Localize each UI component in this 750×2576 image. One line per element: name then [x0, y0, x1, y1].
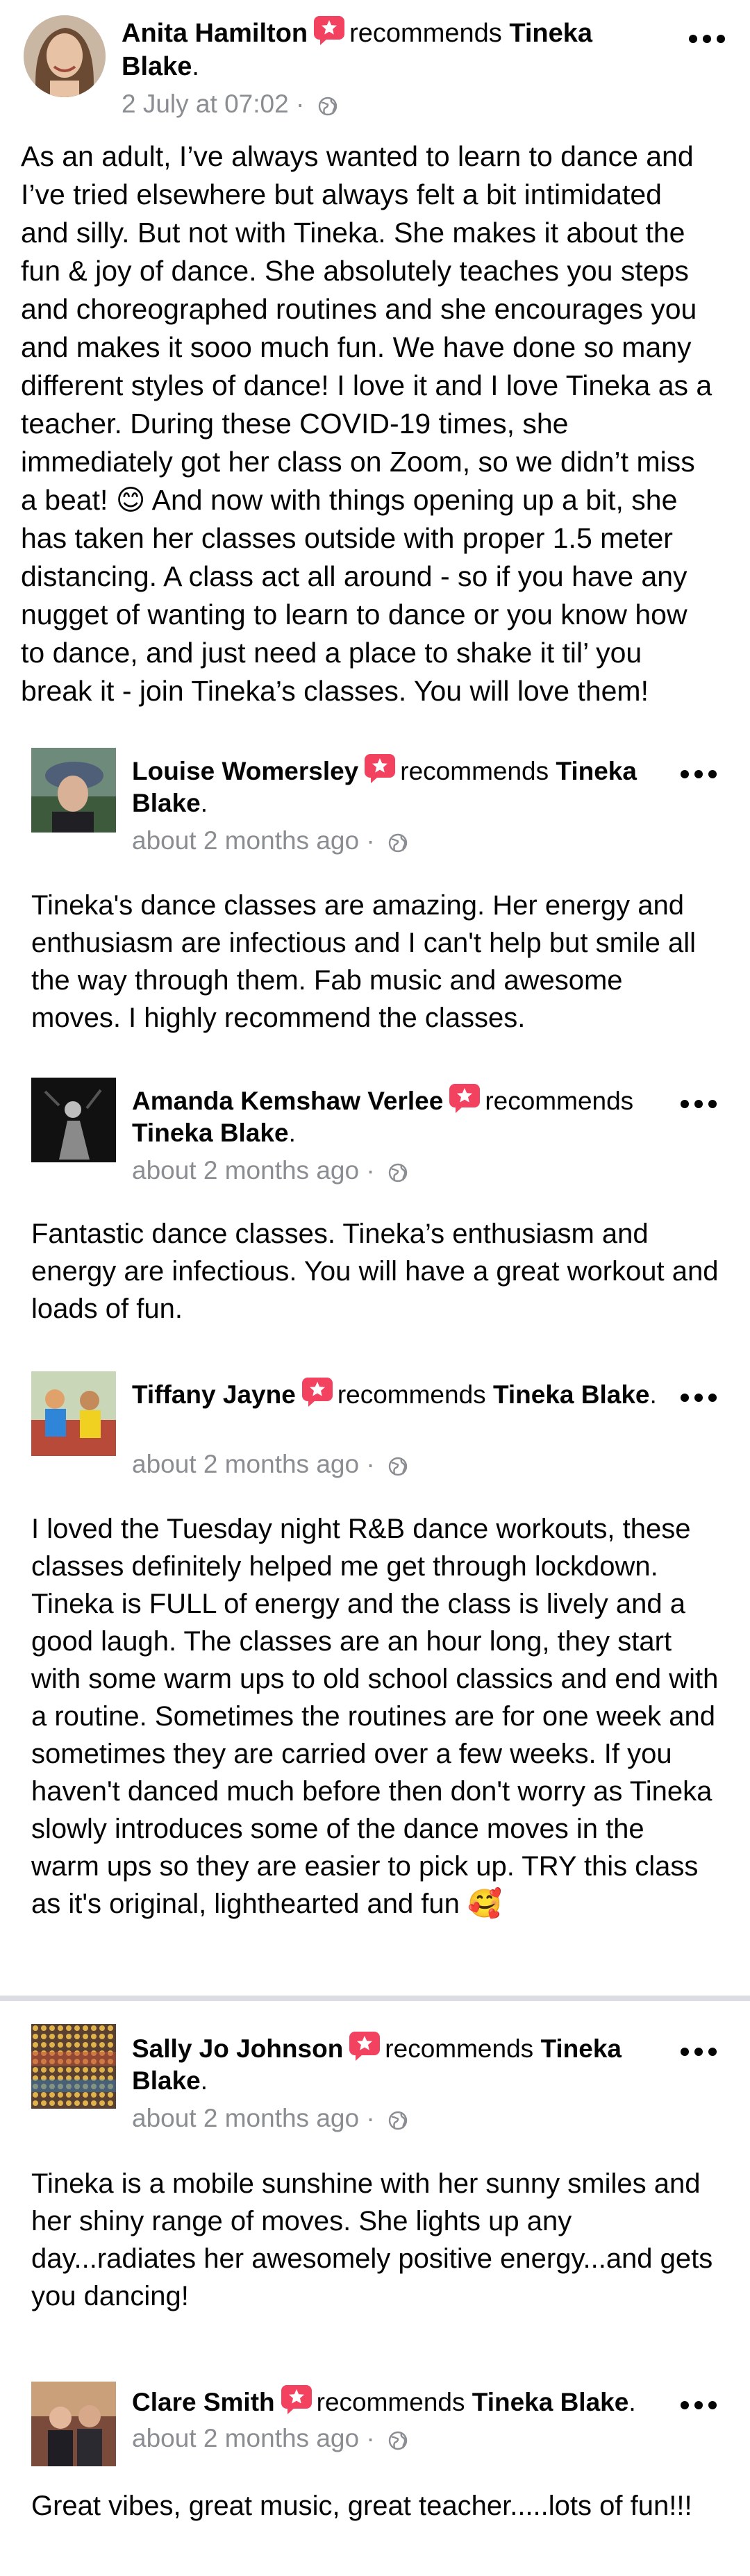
more-options-icon[interactable] — [689, 32, 731, 46]
post-text: I loved the Tuesday night R&B dance work… — [31, 1514, 719, 1919]
page-name[interactable]: Tineka Blake — [493, 1380, 650, 1409]
recommend-badge-icon — [313, 15, 345, 46]
globe-icon — [388, 1456, 408, 1477]
post-header: Tiffany Jayne recommends Tineka Blake. — [132, 1377, 660, 1411]
globe-icon — [388, 1162, 408, 1183]
more-options-icon[interactable] — [681, 2045, 722, 2059]
recommend-badge-icon — [364, 753, 396, 784]
recommendation-post: Sally Jo Johnson recommends Tineka Blake.… — [0, 2017, 750, 2323]
post-text: As an adult, I’ve always wanted to learn… — [21, 140, 712, 707]
recommendation-post: Amanda Kemshaw Verlee recommends Tineka B… — [0, 1069, 750, 1368]
author-name[interactable]: Amanda Kemshaw Verlee — [132, 1087, 443, 1115]
globe-icon — [388, 833, 408, 853]
avatar[interactable] — [31, 748, 116, 833]
recommends-label: recommends — [385, 2034, 534, 2063]
more-options-icon[interactable] — [681, 1391, 722, 1405]
recommend-badge-icon — [349, 2031, 381, 2061]
recommendation-post: Tiffany Jayne recommends Tineka Blake. ab… — [0, 1363, 750, 1988]
recommendation-post: Clare Smith recommends Tineka Blake. abou… — [0, 2375, 750, 2576]
page-name[interactable]: Tineka Blake — [472, 2388, 629, 2416]
recommend-badge-icon — [301, 1377, 333, 1407]
avatar[interactable] — [24, 15, 106, 97]
globe-icon — [317, 96, 338, 117]
avatar[interactable] — [31, 2382, 116, 2466]
author-name[interactable]: Sally Jo Johnson — [132, 2034, 343, 2063]
post-header: Amanda Kemshaw Verlee recommends Tineka B… — [132, 1083, 660, 1149]
globe-icon — [388, 2110, 408, 2131]
more-options-icon[interactable] — [681, 2398, 722, 2412]
post-meta: about 2 months ago · — [132, 2423, 408, 2454]
recommends-label: recommends — [337, 1380, 486, 1409]
post-text: Fantastic dance classes. Tineka’s enthus… — [31, 1219, 719, 1324]
post-meta: about 2 months ago · — [132, 2103, 408, 2134]
recommends-label: recommends — [349, 19, 502, 48]
post-meta: about 2 months ago · — [132, 1449, 408, 1480]
post-text: Tineka's dance classes are amazing. Her … — [31, 890, 697, 1033]
post-text: Tineka is a mobile sunshine with her sun… — [31, 2168, 713, 2311]
author-name[interactable]: Louise Womersley — [132, 757, 358, 785]
recommend-badge-icon — [449, 1083, 481, 1114]
more-options-icon[interactable] — [681, 767, 722, 781]
recommendation-post: Louise Womersley recommends Tineka Blake.… — [0, 739, 750, 1059]
post-meta: about 2 months ago · — [132, 826, 408, 856]
author-name[interactable]: Anita Hamilton — [122, 19, 308, 48]
post-header: Anita Hamilton recommends Tineka Blake. — [122, 15, 649, 83]
post-header: Sally Jo Johnson recommends Tineka Blake. — [132, 2031, 660, 2097]
post-text: Great vibes, great music, great teacher.… — [31, 2491, 692, 2521]
timestamp[interactable]: about 2 months ago — [132, 1156, 359, 1185]
avatar[interactable] — [31, 1078, 116, 1162]
timestamp[interactable]: about 2 months ago — [132, 2104, 359, 2132]
recommendation-post: Anita Hamilton recommends Tineka Blake. 2… — [0, 0, 750, 722]
post-header: Louise Womersley recommends Tineka Blake. — [132, 753, 660, 819]
author-name[interactable]: Tiffany Jayne — [132, 1380, 296, 1409]
recommends-label: recommends — [400, 757, 549, 785]
post-meta: 2 July at 07:02 · — [122, 89, 338, 119]
post-meta: about 2 months ago · — [132, 1155, 408, 1186]
more-options-icon[interactable] — [681, 1097, 722, 1111]
timestamp[interactable]: about 2 months ago — [132, 1450, 359, 1478]
post-header: Clare Smith recommends Tineka Blake. — [132, 2384, 688, 2418]
page-name[interactable]: Tineka Blake — [132, 1119, 289, 1147]
recommends-label: recommends — [316, 2388, 465, 2416]
avatar[interactable] — [31, 2024, 116, 2109]
globe-icon — [388, 2430, 408, 2451]
timestamp[interactable]: 2 July at 07:02 — [122, 90, 289, 118]
timestamp[interactable]: about 2 months ago — [132, 826, 359, 855]
avatar[interactable] — [31, 1371, 116, 1456]
section-divider — [0, 1996, 750, 2001]
author-name[interactable]: Clare Smith — [132, 2388, 275, 2416]
recommend-badge-icon — [281, 2384, 312, 2415]
timestamp[interactable]: about 2 months ago — [132, 2424, 359, 2452]
recommends-label: recommends — [485, 1087, 634, 1115]
